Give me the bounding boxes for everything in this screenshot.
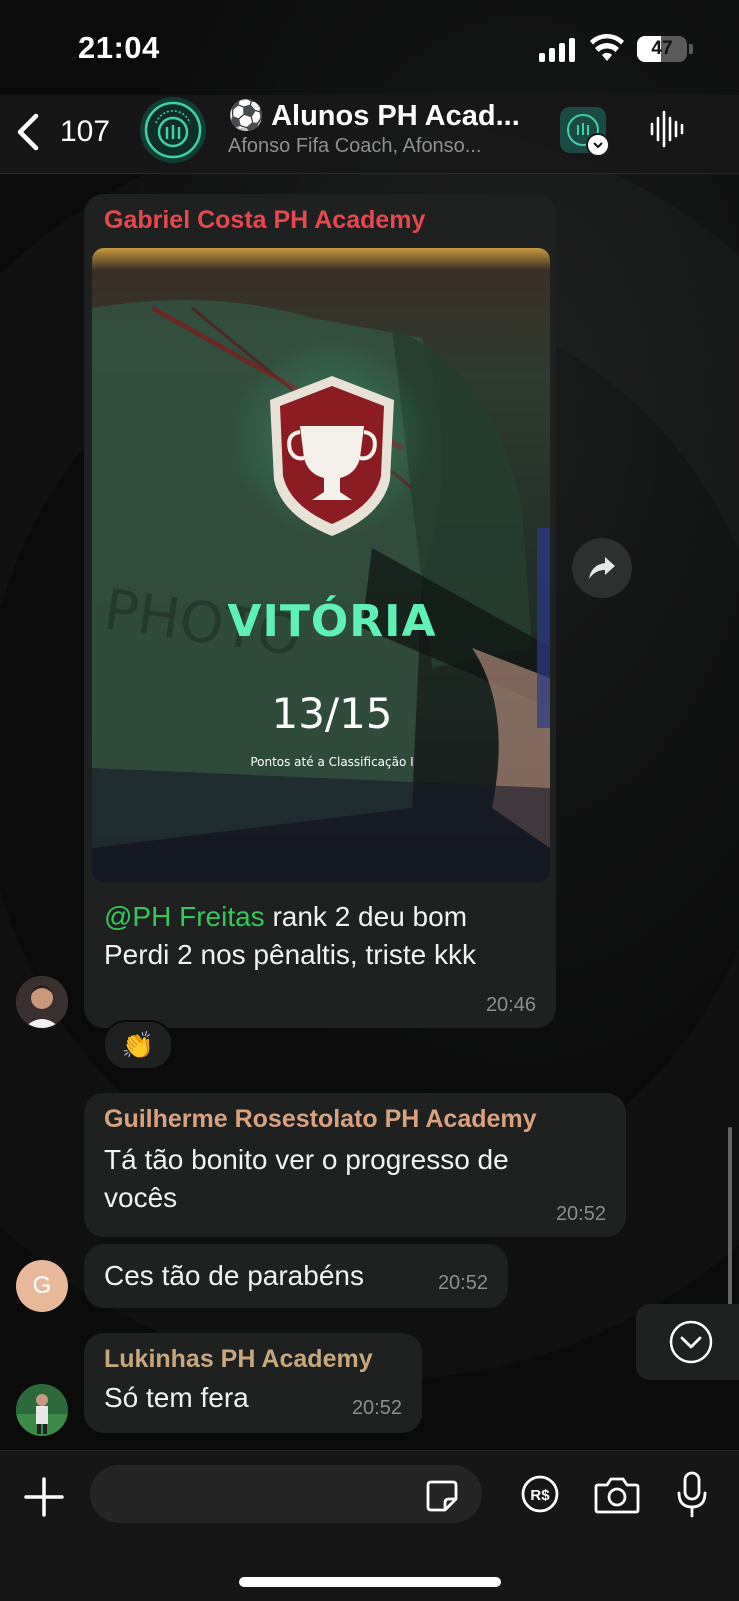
match-result-image: PHOTO VITÓRIA 13/15 Pontos até a Classif… — [92, 248, 550, 882]
message-time: 20:52 — [351, 1397, 402, 1419]
battery-percent: 47 — [651, 38, 673, 59]
message-text: Só tem fera — [104, 1382, 249, 1413]
sender-name: Gabriel Costa PH Academy — [104, 206, 426, 234]
ph-academy-logo-icon — [144, 101, 202, 159]
mention-link[interactable]: @PH Freitas — [104, 901, 265, 932]
share-arrow-icon — [589, 557, 615, 579]
community-button[interactable] — [560, 107, 610, 157]
svg-text:R$: R$ — [530, 1487, 550, 1504]
result-caption: Pontos até a Classificação I — [250, 755, 413, 769]
battery-icon: 47 — [637, 36, 687, 62]
scroll-indicator[interactable] — [728, 1127, 732, 1305]
message-bubble[interactable]: Guilherme Rosestolato PH Academy Tá tão … — [84, 1093, 626, 1237]
chevron-down-badge-icon — [586, 133, 610, 157]
image-attachment[interactable]: PHOTO VITÓRIA 13/15 Pontos até a Classif… — [92, 248, 550, 882]
result-title: VITÓRIA — [227, 594, 436, 647]
back-button[interactable]: 107 — [14, 107, 110, 157]
sender-name: Lukinhas PH Academy — [104, 1345, 373, 1373]
reaction-badge[interactable]: 👏 — [103, 1020, 173, 1070]
avatar[interactable] — [16, 1384, 68, 1436]
message-time: 20:46 — [485, 994, 536, 1016]
camera-icon[interactable] — [594, 1475, 640, 1515]
waveform-icon[interactable] — [648, 109, 688, 149]
chevron-down-circle-icon — [669, 1320, 713, 1364]
message-text: Ces tão de parabéns — [104, 1260, 364, 1291]
chat-title-area[interactable]: ⚽ Alunos PH Acad... Afonso Fifa Coach, A… — [228, 99, 548, 158]
microphone-icon[interactable] — [676, 1471, 708, 1519]
message-text: Tá tão bonito ver o progresso de vocês — [104, 1144, 509, 1213]
avatar[interactable]: G — [16, 1260, 68, 1312]
message-bubble[interactable]: Lukinhas PH Academy Só tem fera 20:52 — [84, 1333, 422, 1433]
clock: 21:04 — [78, 30, 160, 65]
payment-rs-icon[interactable]: R$ — [521, 1475, 559, 1513]
message-text-part: rank 2 deu bom — [264, 901, 468, 932]
message-text: @PH Freitas rank 2 deu bom Perdi 2 nos p… — [104, 898, 544, 974]
chat-title: ⚽ Alunos PH Acad... — [228, 100, 520, 132]
status-bar: 21:04 47 — [0, 0, 739, 95]
message-time: 20:52 — [555, 1203, 606, 1225]
unread-count: 107 — [60, 115, 111, 148]
result-score: 13/15 — [271, 689, 392, 738]
message-time: 20:52 — [437, 1272, 488, 1294]
avatar-initial: G — [32, 1272, 52, 1299]
group-avatar[interactable] — [140, 97, 206, 163]
message-bubble[interactable]: Ces tão de parabéns 20:52 — [84, 1244, 508, 1308]
home-indicator[interactable] — [239, 1577, 501, 1587]
message-text-line2: Perdi 2 nos pênaltis, triste kkk — [104, 939, 476, 970]
sticker-icon[interactable] — [425, 1479, 459, 1513]
message-bubble[interactable]: Gabriel Costa PH Academy PHOTO VITÓRIA 1… — [84, 194, 556, 1028]
wifi-icon — [590, 33, 624, 61]
chevron-left-icon — [17, 113, 39, 151]
user-photo-icon — [16, 1384, 68, 1436]
cellular-signal-icon — [539, 36, 577, 62]
plus-icon[interactable] — [22, 1475, 66, 1519]
avatar[interactable] — [16, 976, 68, 1028]
user-photo-icon — [16, 976, 68, 1028]
sender-name: Guilherme Rosestolato PH Academy — [104, 1105, 537, 1133]
scroll-to-bottom-button[interactable] — [636, 1304, 739, 1380]
forward-button[interactable] — [572, 538, 632, 598]
battery-tip — [689, 44, 693, 54]
chat-header: 107 ⚽ Alunos PH Acad... Afonso Fifa Coac… — [0, 95, 739, 174]
message-input[interactable] — [90, 1465, 482, 1523]
chat-members: Afonso Fifa Coach, Afonso... — [228, 135, 482, 157]
